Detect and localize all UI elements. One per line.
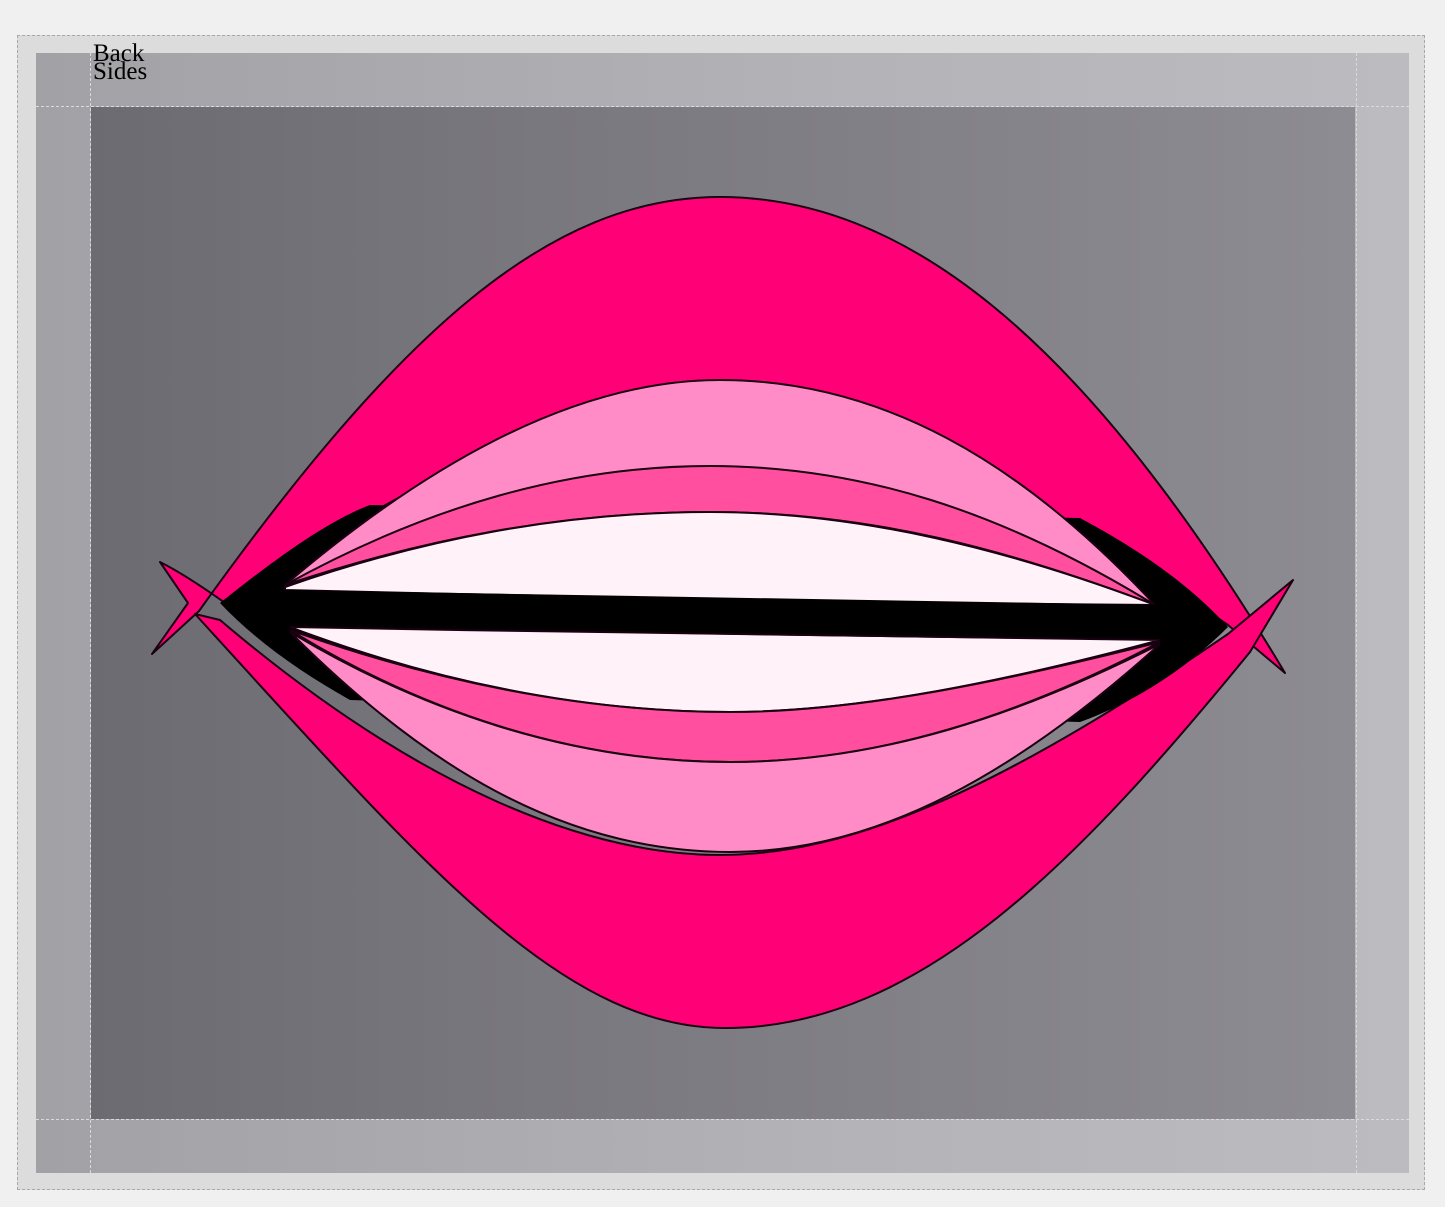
art-panel [91,107,1355,1119]
sides-label: Sides [93,58,148,85]
bottom-guide-line [36,1119,1409,1120]
right-guide-line [1356,53,1357,1173]
lips-illustration [151,196,1294,1029]
